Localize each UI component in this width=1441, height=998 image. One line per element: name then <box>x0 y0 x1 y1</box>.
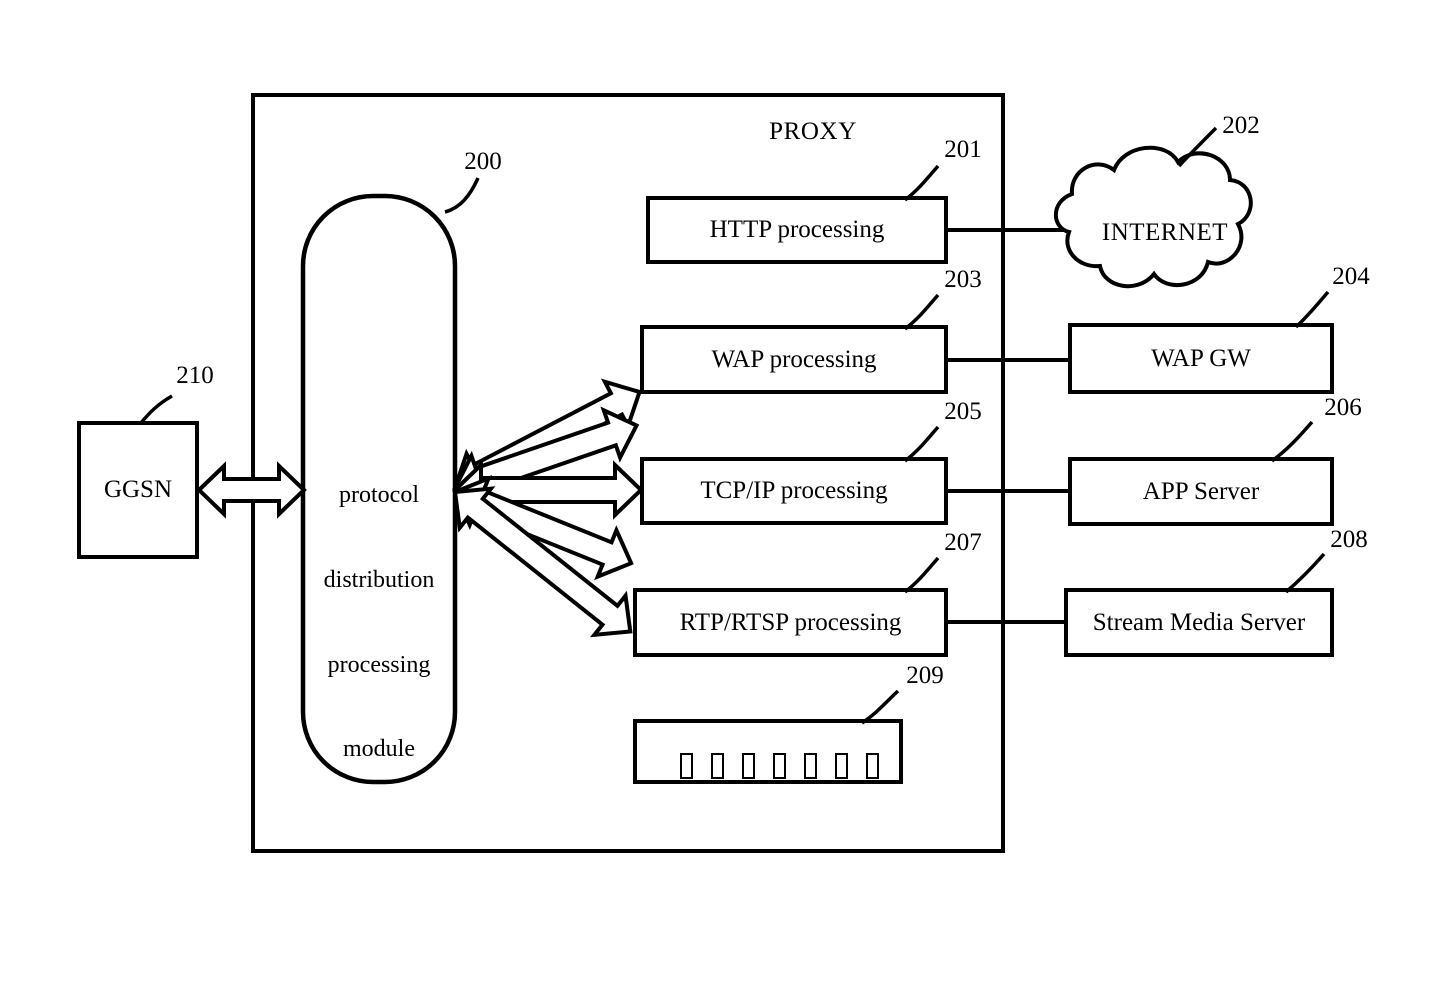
stream-media-server-label: Stream Media Server <box>1092 609 1306 636</box>
glyph-box-1 <box>680 753 693 780</box>
ref-200: 200 <box>464 148 502 175</box>
unnamed-processing-box-209-glyphs <box>655 736 885 797</box>
ref-206: 206 <box>1324 394 1362 421</box>
glyph-box-6 <box>835 753 848 780</box>
app-server-label: APP Server <box>1142 478 1260 505</box>
leader-line-201 <box>903 164 940 202</box>
glyph-box-7 <box>866 753 879 780</box>
ref-209: 209 <box>906 662 944 689</box>
leader-line-210 <box>138 394 173 426</box>
ref-204: 204 <box>1332 263 1370 290</box>
module-label-line-1: protocol <box>339 481 419 508</box>
glyph-box-5 <box>804 753 817 780</box>
ref-203: 203 <box>944 266 982 293</box>
leader-line-207 <box>903 556 940 594</box>
ref-208: 208 <box>1330 526 1368 553</box>
internet-cloud[interactable] <box>1054 145 1253 289</box>
proxy-title: PROXY <box>769 118 857 145</box>
wap-gw-label: WAP GW <box>1151 345 1251 372</box>
wap-processing-label: WAP processing <box>711 346 877 373</box>
module-label-line-4: module <box>343 736 415 763</box>
ggsn-label: GGSN <box>103 476 173 503</box>
module-label-line-3: processing <box>327 651 431 678</box>
leader-line-206 <box>1270 420 1314 463</box>
module-label-line-2: distribution <box>323 566 435 593</box>
leader-line-204 <box>1294 290 1330 329</box>
glyph-box-2 <box>711 753 724 780</box>
internet-label: INTERNET <box>1101 219 1229 246</box>
leader-line-209 <box>861 689 900 725</box>
glyph-box-3 <box>742 753 755 780</box>
ref-205: 205 <box>944 398 982 425</box>
leader-line-208 <box>1284 552 1326 594</box>
ref-202: 202 <box>1222 112 1260 139</box>
figure-canvas: PROXY 200 protocol distribution processi… <box>0 0 1441 998</box>
rtp-rtsp-processing-label: RTP/RTSP processing <box>679 609 902 636</box>
glyph-box-4 <box>773 753 786 780</box>
leader-line-205 <box>903 425 940 463</box>
protocol-distribution-module-label: protocol distribution processing module <box>303 424 455 820</box>
ref-207: 207 <box>944 529 982 556</box>
ref-210: 210 <box>176 362 214 389</box>
ref-201: 201 <box>944 136 982 163</box>
tcpip-processing-label: TCP/IP processing <box>700 477 888 504</box>
http-processing-label: HTTP processing <box>709 216 885 243</box>
leader-line-203 <box>903 293 940 331</box>
leader-line-200 <box>444 177 480 214</box>
